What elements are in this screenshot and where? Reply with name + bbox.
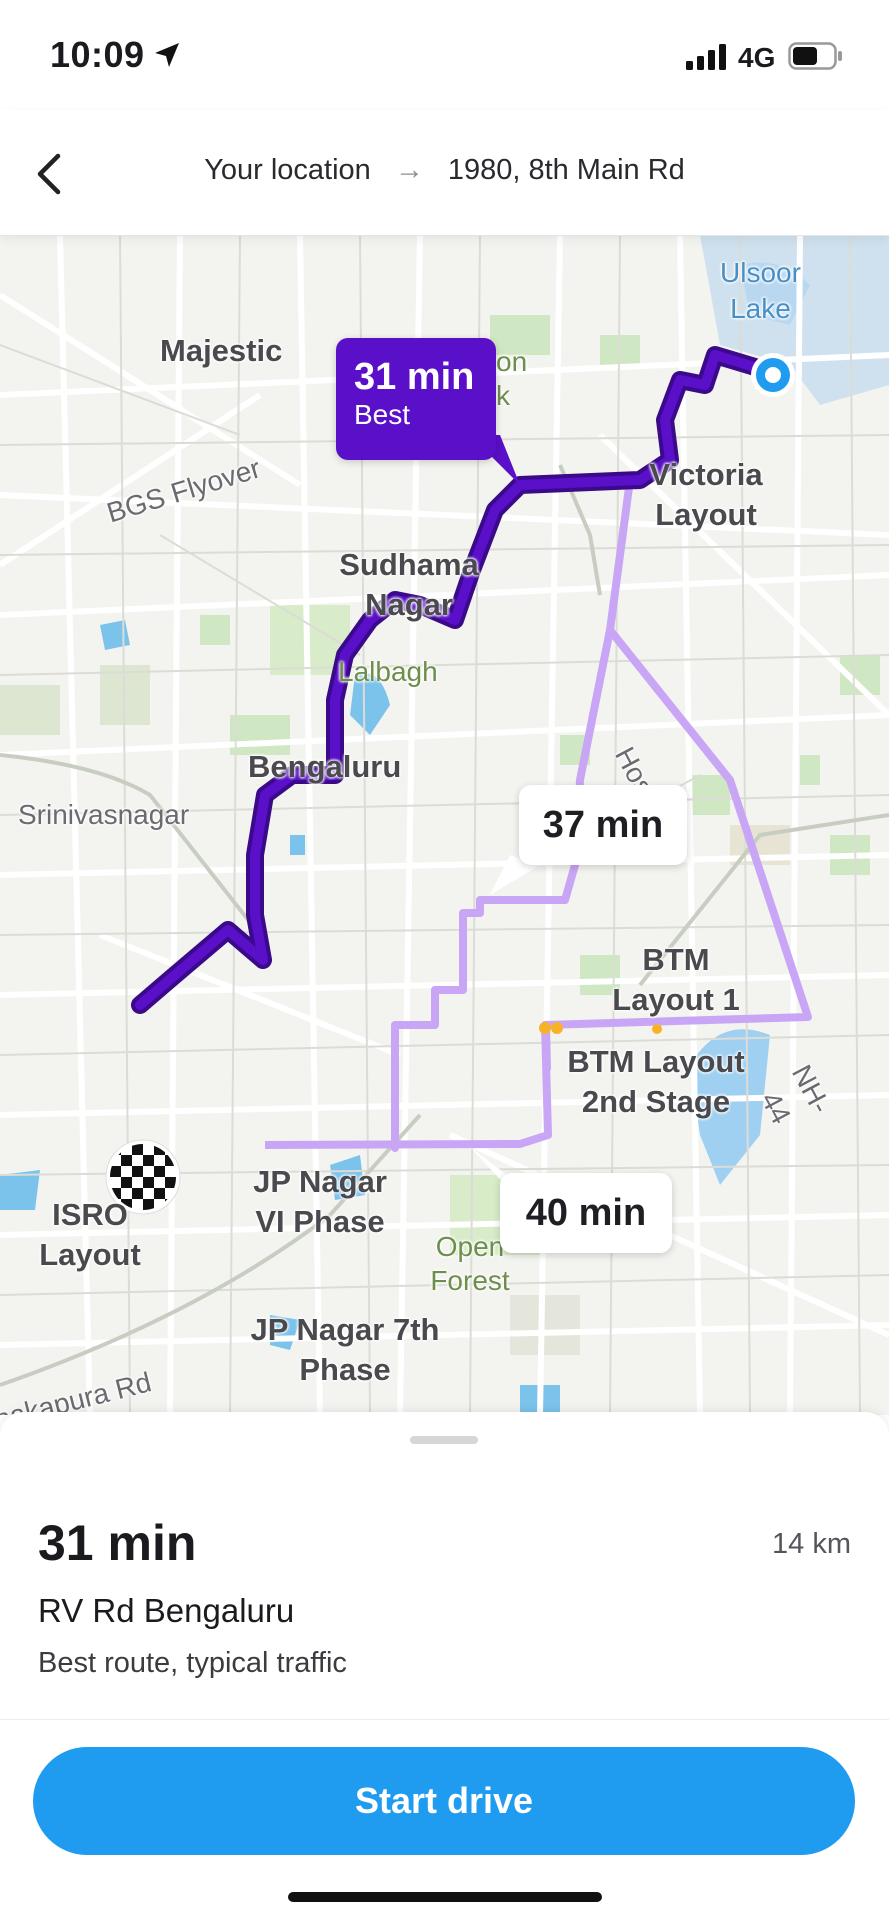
map-label-isro-layout: ISRO Layout	[39, 1197, 141, 1272]
alt-route-time-40: 40 min	[525, 1192, 647, 1234]
location-arrow-icon	[155, 43, 179, 67]
alt-route-bubble-40[interactable]: 40 min	[500, 1173, 672, 1253]
map-label-btm-layout-2nd-stage: BTM Layout 2nd Stage	[567, 1044, 745, 1119]
destination-label: 1980, 8th Main Rd	[447, 154, 685, 186]
route-header: Your location → 1980, 8th Main Rd	[0, 110, 889, 236]
map-label-victoria-layout: Victoria Layout	[649, 457, 763, 532]
sheet-divider	[0, 1719, 889, 1720]
traffic-dot	[652, 1024, 662, 1034]
origin-label: Your location	[204, 154, 371, 186]
signal-icon	[686, 44, 726, 70]
eta-text: 31 min	[38, 1515, 197, 1571]
origin-marker-icon	[751, 353, 795, 397]
network-type: 4G	[738, 42, 776, 73]
map-label-jp-nagar-vi-phase: JP Nagar VI Phase	[253, 1164, 387, 1239]
route-details-sheet: 31 min 14 km RV Rd Bengaluru Best route,…	[0, 1412, 889, 1920]
map-label-jp-nagar-7th-phase: JP Nagar 7th Phase	[250, 1312, 440, 1387]
start-drive-button[interactable]: Start drive	[33, 1747, 855, 1855]
best-route-tag: Best	[354, 399, 411, 430]
route-road-name: RV Rd Bengaluru	[38, 1592, 295, 1629]
route-traffic-note: Best route, typical traffic	[38, 1647, 347, 1679]
best-route-time: 31 min	[354, 356, 475, 398]
map-label-srinivasnagar: Srinivasnagar	[18, 799, 190, 830]
map-label-bengaluru: Bengaluru	[248, 749, 402, 784]
battery-icon	[788, 42, 842, 70]
map-view[interactable]: Ulsoor Lake Majestic on k Victoria Layou…	[0, 235, 889, 1415]
home-indicator	[288, 1892, 602, 1902]
status-bar: 10:09 4G	[0, 0, 889, 110]
status-time: 10:09	[50, 34, 145, 75]
distance-text: 14 km	[772, 1528, 851, 1560]
map-label-lalbagh: Lalbagh	[338, 656, 438, 687]
map-label-ulsoor-lake: Ulsoor Lake	[720, 257, 801, 324]
route-arrow-icon: →	[394, 154, 424, 186]
map-label-cubbon: on k	[496, 346, 528, 411]
sheet-drag-handle[interactable]	[410, 1436, 478, 1444]
alt-route-time-37: 37 min	[542, 804, 664, 846]
map-label-sudhama-nagar: Sudhama Nagar	[339, 547, 479, 622]
alt-route-bubble-37[interactable]: 37 min	[519, 785, 687, 865]
map-label-btm-layout-1: BTM Layout 1	[612, 942, 740, 1017]
best-route-bubble[interactable]: 31 min Best	[336, 338, 496, 460]
traffic-dot	[551, 1022, 563, 1034]
route-summary[interactable]: Your location → 1980, 8th Main Rd	[0, 154, 889, 187]
traffic-dot	[539, 1022, 551, 1034]
map-label-majestic: Majestic	[160, 333, 283, 368]
